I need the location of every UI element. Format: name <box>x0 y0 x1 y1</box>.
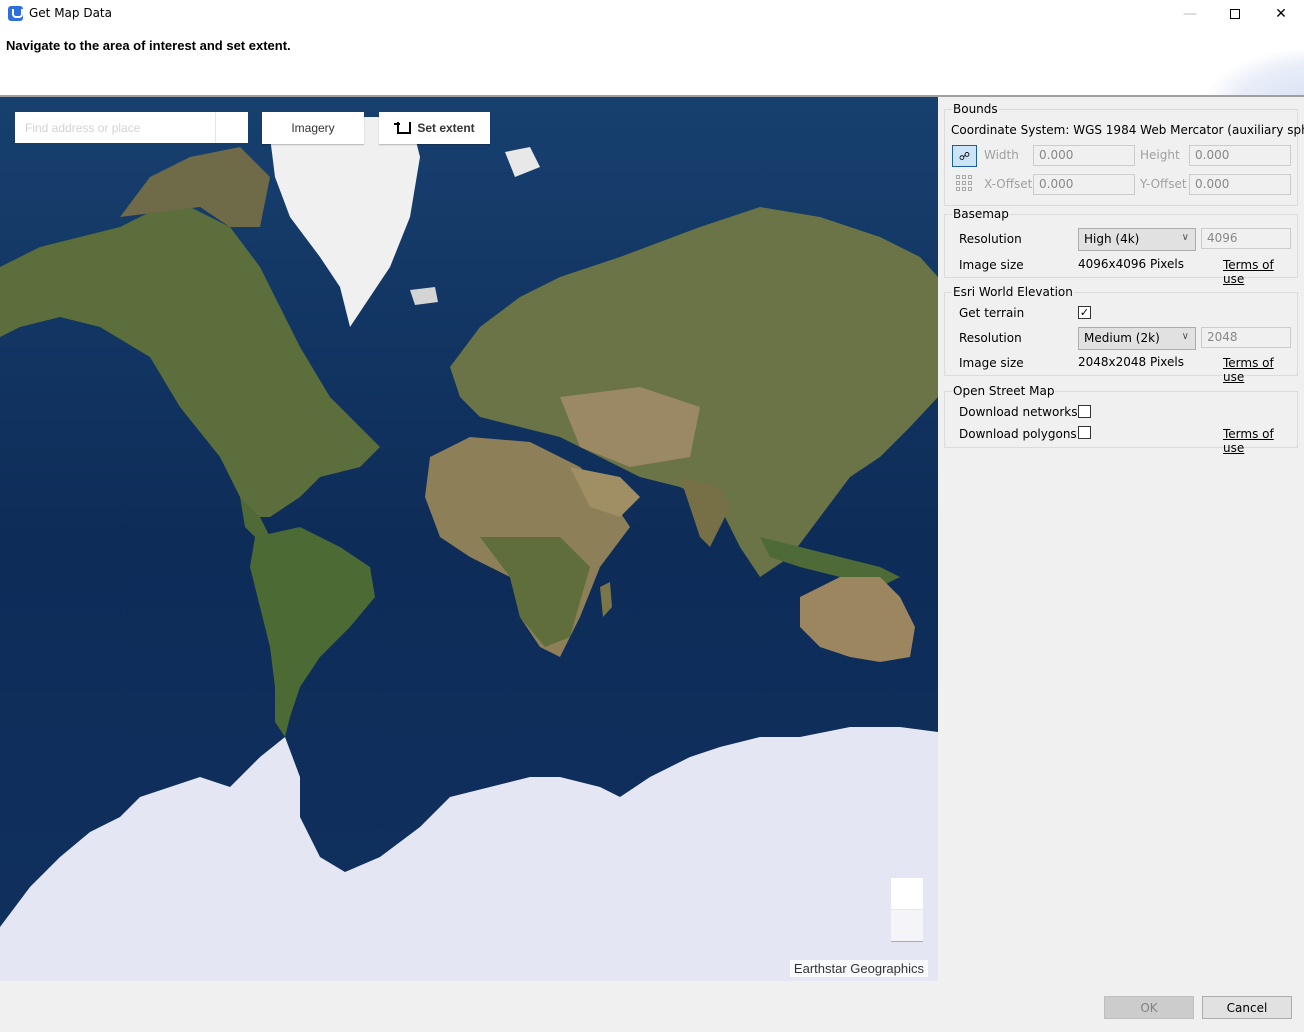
window-title: Get Map Data <box>29 6 112 20</box>
download-networks-checkbox[interactable] <box>1078 405 1091 418</box>
set-extent-button[interactable]: Set extent <box>379 112 490 144</box>
basemap-group: Basemap Resolution High (4k) ∨ 4096 Imag… <box>944 207 1298 286</box>
app-icon <box>8 6 23 21</box>
elevation-terms-link[interactable]: Terms of use <box>1223 356 1297 384</box>
basemap-terms-link[interactable]: Terms of use <box>1223 258 1297 286</box>
elevation-resolution-input[interactable]: 2048 <box>1201 327 1291 348</box>
grid-anchor-icon[interactable] <box>955 174 973 192</box>
get-terrain-checkbox[interactable]: ✓ <box>1078 306 1091 319</box>
crop-icon <box>394 120 412 136</box>
coordinate-system-label: Coordinate System: WGS 1984 Web Mercator… <box>951 123 1304 137</box>
maximize-icon <box>1230 9 1240 19</box>
dialog-header: Navigate to the area of interest and set… <box>0 28 1304 95</box>
zoom-out-button[interactable] <box>891 909 923 942</box>
width-label: Width <box>984 148 1019 162</box>
elevation-resolution-select[interactable]: Medium (2k) ∨ <box>1078 327 1196 350</box>
basemap-resolution-input[interactable]: 4096 <box>1201 228 1291 249</box>
basemap-resolution-value: High (4k) <box>1084 232 1140 246</box>
map-attribution: Earthstar Geographics <box>789 960 928 977</box>
osm-terms-link[interactable]: Terms of use <box>1223 427 1297 455</box>
elevation-legend: Esri World Elevation <box>952 285 1074 299</box>
world-imagery <box>0 97 938 981</box>
basemap-legend: Basemap <box>952 207 1010 221</box>
imagery-label: Imagery <box>291 121 335 135</box>
chevron-down-icon: ∨ <box>1181 232 1189 243</box>
zoom-control <box>891 878 923 942</box>
elevation-resolution-label: Resolution <box>959 331 1022 345</box>
width-input[interactable]: 0.000 <box>1033 145 1135 166</box>
x-offset-label: X-Offset <box>984 177 1033 191</box>
link-aspect-button[interactable]: ☍ <box>952 145 977 167</box>
bounds-legend: Bounds <box>952 102 999 116</box>
zoom-in-button[interactable] <box>891 878 923 909</box>
imagery-button[interactable]: Imagery <box>262 112 364 144</box>
dialog-footer: OK Cancel <box>0 981 1304 1032</box>
ok-button[interactable]: OK <box>1104 996 1194 1019</box>
y-offset-input[interactable]: 0.000 <box>1189 174 1291 195</box>
maximize-button[interactable] <box>1212 0 1258 28</box>
y-offset-label: Y-Offset <box>1140 177 1187 191</box>
osm-legend: Open Street Map <box>952 384 1056 398</box>
osm-group: Open Street Map Download networks Downlo… <box>944 384 1298 455</box>
iceland <box>410 287 438 305</box>
elevation-image-size-label: Image size <box>959 356 1024 370</box>
download-polygons-label: Download polygons <box>959 427 1077 441</box>
chevron-down-icon: ∨ <box>1181 331 1189 342</box>
basemap-image-size-value: 4096x4096 Pixels <box>1078 257 1185 271</box>
search-box <box>15 112 248 143</box>
instruction-text: Navigate to the area of interest and set… <box>6 38 291 53</box>
minimize-button[interactable]: — <box>1167 0 1213 28</box>
cancel-button[interactable]: Cancel <box>1202 996 1292 1019</box>
basemap-resolution-select[interactable]: High (4k) ∨ <box>1078 228 1196 251</box>
search-input[interactable] <box>15 112 215 143</box>
elevation-image-size-value: 2048x2048 Pixels <box>1078 355 1185 369</box>
set-extent-label: Set extent <box>417 121 475 135</box>
link-icon: ☍ <box>958 149 971 163</box>
x-offset-input[interactable]: 0.000 <box>1033 174 1135 195</box>
elevation-resolution-value: Medium (2k) <box>1084 331 1160 345</box>
basemap-resolution-label: Resolution <box>959 232 1022 246</box>
download-polygons-checkbox[interactable] <box>1078 426 1091 439</box>
height-input[interactable]: 0.000 <box>1189 145 1291 166</box>
download-networks-label: Download networks <box>959 405 1078 419</box>
get-terrain-label: Get terrain <box>959 306 1025 320</box>
basemap-image-size-label: Image size <box>959 258 1024 272</box>
title-bar: Get Map Data — ✕ <box>0 0 1304 28</box>
height-label: Height <box>1140 148 1180 162</box>
bounds-group: Bounds Coordinate System: WGS 1984 Web M… <box>944 102 1304 206</box>
close-button[interactable]: ✕ <box>1258 0 1304 28</box>
settings-panel: Bounds Coordinate System: WGS 1984 Web M… <box>938 97 1304 981</box>
header-decoration <box>1204 48 1304 95</box>
elevation-group: Esri World Elevation Get terrain ✓ Resol… <box>944 285 1298 384</box>
search-button[interactable] <box>215 112 248 143</box>
map-view[interactable]: Imagery Set extent Earthstar Geographics <box>0 97 938 981</box>
